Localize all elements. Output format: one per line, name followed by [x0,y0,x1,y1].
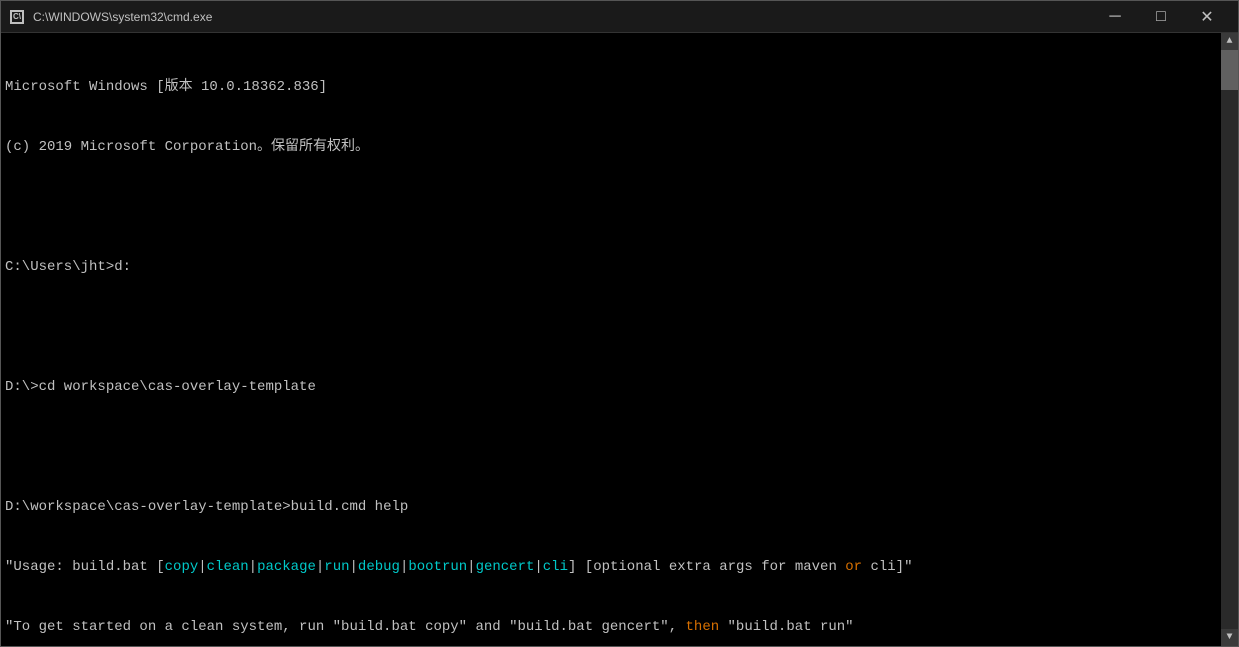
terminal-content[interactable]: Microsoft Windows [版本 10.0.18362.836] (c… [1,33,1221,646]
line-1: Microsoft Windows [版本 10.0.18362.836] [5,77,1217,97]
line-blank-3 [5,437,1217,457]
window-title: C:\WINDOWS\system32\cmd.exe [33,10,1092,24]
maximize-button[interactable]: □ [1138,1,1184,33]
scroll-track[interactable] [1221,50,1238,629]
cmd-window: C\ C:\WINDOWS\system32\cmd.exe ─ □ ✕ Mic… [0,0,1239,647]
line-7: "To get started on a clean system, run "… [5,617,1217,637]
scroll-up-button[interactable]: ▲ [1221,33,1238,50]
line-5: D:\workspace\cas-overlay-template>build.… [5,497,1217,517]
window-controls: ─ □ ✕ [1092,1,1230,33]
minimize-button[interactable]: ─ [1092,1,1138,33]
line-blank-1 [5,197,1217,217]
scroll-down-button[interactable]: ▼ [1221,629,1238,646]
titlebar: C\ C:\WINDOWS\system32\cmd.exe ─ □ ✕ [1,1,1238,33]
terminal-body: Microsoft Windows [版本 10.0.18362.836] (c… [1,33,1238,646]
line-blank-2 [5,317,1217,337]
line-2: (c) 2019 Microsoft Corporation。保留所有权利。 [5,137,1217,157]
line-6: "Usage: build.bat [copy|clean|package|ru… [5,557,1217,577]
line-4: D:\>cd workspace\cas-overlay-template [5,377,1217,397]
scroll-thumb[interactable] [1221,50,1238,90]
scrollbar[interactable]: ▲ ▼ [1221,33,1238,646]
close-button[interactable]: ✕ [1184,1,1230,33]
line-3: C:\Users\jht>d: [5,257,1217,277]
app-icon: C\ [9,9,25,25]
